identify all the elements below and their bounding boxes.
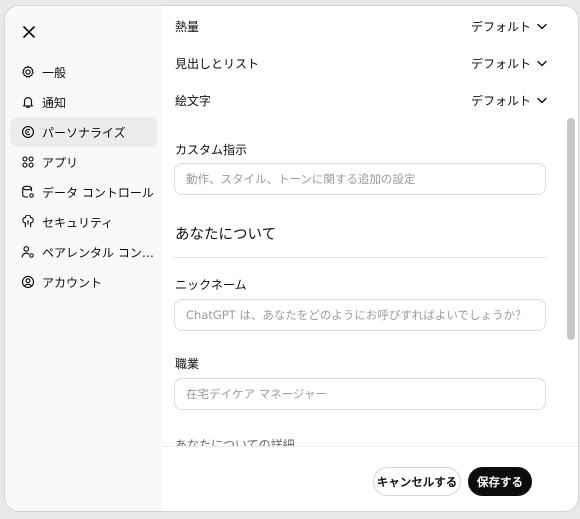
setting-label: 絵文字 xyxy=(175,94,212,108)
nickname-input[interactable] xyxy=(174,299,546,331)
sidebar-item-general[interactable]: 一般 xyxy=(10,57,157,87)
cancel-button[interactable]: キャンセルする xyxy=(373,467,461,496)
sidebar-item-label: アカウント xyxy=(42,275,103,290)
settings-nav: 一般 通知 パーソナライズ アプリ データ コントロール セキュリティ ペアレン… xyxy=(10,57,157,297)
sidebar-item-parental-controls[interactable]: ペアレンタル コントロール xyxy=(10,237,157,267)
section-divider xyxy=(174,257,546,258)
data-control-icon xyxy=(20,184,36,200)
headings-lists-dropdown[interactable]: デフォルト xyxy=(471,55,547,72)
personalize-panel: 熱量 デフォルト 見出しとリスト デフォルト 絵文字 デフォルト カスタム指示 … xyxy=(162,6,578,446)
enthusiasm-dropdown[interactable]: デフォルト xyxy=(471,18,547,35)
settings-modal: 一般 通知 パーソナライズ アプリ データ コントロール セキュリティ ペアレン… xyxy=(5,6,578,511)
security-icon xyxy=(20,214,36,230)
account-icon xyxy=(20,274,36,290)
occupation-label: 職業 xyxy=(175,357,200,371)
modal-footer: キャンセルする 保存する xyxy=(162,446,578,511)
close-icon xyxy=(23,26,35,38)
nickname-label: ニックネーム xyxy=(175,278,247,292)
sidebar-item-data-controls[interactable]: データ コントロール xyxy=(10,177,157,207)
sidebar-item-account[interactable]: アカウント xyxy=(10,267,157,297)
sidebar-item-apps[interactable]: アプリ xyxy=(10,147,157,177)
sidebar-item-label: アプリ xyxy=(42,155,79,170)
chevron-down-icon xyxy=(537,23,547,30)
scrollbar-thumb[interactable] xyxy=(567,118,575,340)
custom-instructions-input[interactable] xyxy=(174,163,546,195)
sidebar-item-label: データ コントロール xyxy=(42,185,154,200)
personalize-icon xyxy=(20,124,36,140)
sidebar-item-personalize[interactable]: パーソナライズ xyxy=(10,117,157,147)
sidebar-item-label: ペアレンタル コントロール xyxy=(42,245,157,260)
sidebar-item-label: パーソナライズ xyxy=(42,125,126,140)
sidebar-item-security[interactable]: セキュリティ xyxy=(10,207,157,237)
close-button[interactable] xyxy=(19,22,39,42)
sidebar-item-notifications[interactable]: 通知 xyxy=(10,87,157,117)
parental-icon xyxy=(20,244,36,260)
setting-row-headings-lists: 見出しとリスト デフォルト xyxy=(175,55,547,72)
dropdown-value: デフォルト xyxy=(470,20,531,34)
gear-icon xyxy=(20,64,36,80)
sidebar-item-label: 通知 xyxy=(42,95,67,110)
apps-grid-icon xyxy=(20,154,36,170)
setting-row-enthusiasm: 熱量 デフォルト xyxy=(175,18,547,35)
settings-sidebar: 一般 通知 パーソナライズ アプリ データ コントロール セキュリティ ペアレン… xyxy=(5,6,162,511)
setting-label: 熱量 xyxy=(175,20,200,34)
occupation-input[interactable] xyxy=(174,378,546,410)
setting-label: 見出しとリスト xyxy=(175,57,260,71)
dropdown-value: デフォルト xyxy=(470,57,531,71)
setting-row-emoji: 絵文字 デフォルト xyxy=(175,92,547,109)
save-button[interactable]: 保存する xyxy=(468,467,532,496)
bell-icon xyxy=(20,94,36,110)
chevron-down-icon xyxy=(537,97,547,104)
sidebar-item-label: 一般 xyxy=(42,65,67,80)
about-you-title: あなたについて xyxy=(175,227,277,243)
chevron-down-icon xyxy=(537,60,547,67)
sidebar-item-label: セキュリティ xyxy=(42,215,114,230)
dropdown-value: デフォルト xyxy=(470,94,531,108)
emoji-dropdown[interactable]: デフォルト xyxy=(471,92,547,109)
more-about-you-label: あなたについての詳細 xyxy=(175,438,295,446)
custom-instructions-label: カスタム指示 xyxy=(175,143,248,157)
